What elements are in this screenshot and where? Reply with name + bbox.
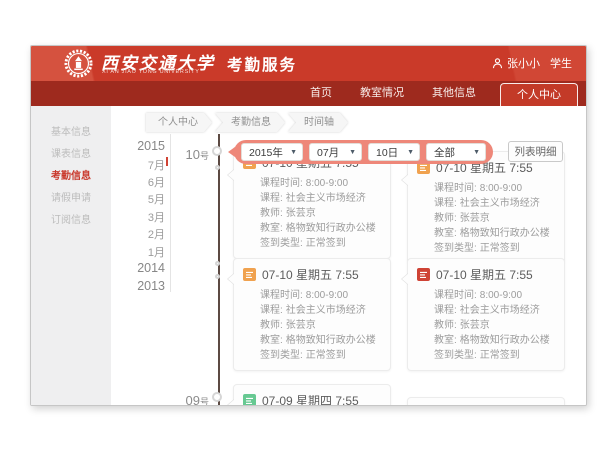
content-area: 基本信息 课表信息 考勤信息 请假申请 订阅信息 个人中心 考勤信息 时间轴 2… bbox=[31, 106, 586, 405]
attendance-card: 07-09 星期四 7:55 课程时间:8:00-9:00 课程:社会主义市场经… bbox=[233, 384, 391, 406]
attendance-card: 07-10 星期五 7:55 课程时间:8:00-9:00 课程:社会主义市场经… bbox=[233, 258, 391, 371]
status-late-icon bbox=[243, 268, 256, 281]
user-menu[interactable]: 张小小 学生 bbox=[492, 55, 572, 71]
sidebar-item-leave-request[interactable]: 请假申请 bbox=[31, 189, 111, 204]
sidebar-item-basic-info[interactable]: 基本信息 bbox=[31, 123, 111, 138]
user-icon bbox=[492, 58, 503, 69]
date-nav-divider bbox=[170, 134, 171, 292]
breadcrumb: 个人中心 考勤信息 时间轴 bbox=[146, 113, 351, 132]
chevron-down-icon: ▼ bbox=[407, 149, 414, 156]
timeline-node-day10[interactable] bbox=[212, 146, 222, 156]
nav-item-classrooms[interactable]: 教室情况 bbox=[346, 84, 418, 106]
attendance-card: 07-10 星期五 7:55 课程时间:8:00-9:00 课程:社会主义市场经… bbox=[407, 258, 565, 371]
day-marker-10: 10号 bbox=[179, 146, 209, 164]
sidebar-item-attendance-info[interactable]: 考勤信息 bbox=[31, 167, 111, 182]
date-nav-january[interactable]: 1月 bbox=[127, 244, 165, 260]
timeline-node bbox=[215, 261, 220, 266]
app-header: 西安交通大学 XI'AN JIAO TONG UNIVERSITY 考勤服务 张… bbox=[31, 46, 586, 81]
chevron-down-icon: ▼ bbox=[349, 149, 356, 156]
current-month-marker bbox=[166, 157, 168, 166]
sidebar-item-schedule-info[interactable]: 课表信息 bbox=[31, 145, 111, 160]
day-marker-09: 09号 bbox=[179, 392, 209, 406]
app-window: 西安交通大学 XI'AN JIAO TONG UNIVERSITY 考勤服务 张… bbox=[30, 45, 587, 406]
status-normal-icon bbox=[243, 394, 256, 406]
card-body: 课程时间:8:00-9:00 课程:社会主义市场经济 教师:张芸京 教室:格物致… bbox=[408, 179, 564, 263]
filter-bar: 2015年▼ 07月▼ 10日▼ 全部▼ bbox=[234, 140, 493, 164]
type-select[interactable]: 全部▼ bbox=[426, 143, 486, 161]
timeline-node bbox=[215, 274, 220, 279]
university-name-en: XI'AN JIAO TONG UNIVERSITY bbox=[102, 69, 200, 75]
university-logo-icon bbox=[64, 49, 93, 78]
breadcrumb-timeline[interactable]: 时间轴 bbox=[288, 113, 348, 132]
card-header: 07-10 星期五 7:55 bbox=[408, 259, 564, 286]
card-body: 课程时间:8:00-9:00 课程:社会主义市场经济 教师:张芸京 教室:格物致… bbox=[234, 174, 390, 258]
date-nav-july[interactable]: 7月 bbox=[127, 157, 165, 173]
date-nav-march[interactable]: 3月 bbox=[127, 209, 165, 225]
sidebar: 基本信息 课表信息 考勤信息 请假申请 订阅信息 bbox=[31, 106, 111, 405]
year-select[interactable]: 2015年▼ bbox=[241, 143, 303, 161]
timeline-node bbox=[215, 165, 220, 170]
attendance-card-partial bbox=[407, 397, 565, 406]
list-detail-button[interactable]: 列表明细 bbox=[508, 141, 563, 162]
breadcrumb-personal-center[interactable]: 个人中心 bbox=[146, 113, 212, 132]
card-body: 课程时间:8:00-9:00 课程:社会主义市场经济 教师:张芸京 教室:格物致… bbox=[234, 286, 390, 370]
nav-item-personal-center[interactable]: 个人中心 bbox=[500, 83, 578, 106]
user-role: 学生 bbox=[550, 55, 572, 71]
date-nav-2015[interactable]: 2015 bbox=[127, 139, 165, 153]
nav-item-home[interactable]: 首页 bbox=[296, 84, 346, 106]
card-header: 07-09 星期四 7:55 bbox=[234, 385, 390, 406]
timeline-axis bbox=[218, 134, 220, 405]
app-title: 考勤服务 bbox=[227, 53, 297, 75]
nav-item-other-info[interactable]: 其他信息 bbox=[418, 84, 490, 106]
month-select[interactable]: 07月▼ bbox=[309, 143, 362, 161]
card-header: 07-10 星期五 7:55 bbox=[234, 259, 390, 286]
card-body: 课程时间:8:00-9:00 课程:社会主义市场经济 教师:张芸京 教室:格物致… bbox=[408, 286, 564, 370]
user-name: 张小小 bbox=[507, 55, 540, 71]
date-nav-june[interactable]: 6月 bbox=[127, 174, 165, 190]
date-nav-2013[interactable]: 2013 bbox=[127, 279, 165, 293]
timeline-node-day09[interactable] bbox=[212, 392, 222, 402]
date-nav-2014[interactable]: 2014 bbox=[127, 261, 165, 275]
sidebar-item-subscription-info[interactable]: 订阅信息 bbox=[31, 211, 111, 226]
chevron-down-icon: ▼ bbox=[290, 149, 297, 156]
attendance-card: 07-10 星期五 7:55 课程时间:8:00-9:00 课程:社会主义市场经… bbox=[407, 151, 565, 264]
status-absent-icon bbox=[417, 268, 430, 281]
chevron-down-icon: ▼ bbox=[473, 149, 480, 156]
main-nav: 首页 教室情况 其他信息 个人中心 bbox=[31, 81, 586, 106]
breadcrumb-attendance-info[interactable]: 考勤信息 bbox=[215, 113, 285, 132]
date-nav-february[interactable]: 2月 bbox=[127, 226, 165, 242]
day-select[interactable]: 10日▼ bbox=[368, 143, 420, 161]
date-nav-may[interactable]: 5月 bbox=[127, 191, 165, 207]
